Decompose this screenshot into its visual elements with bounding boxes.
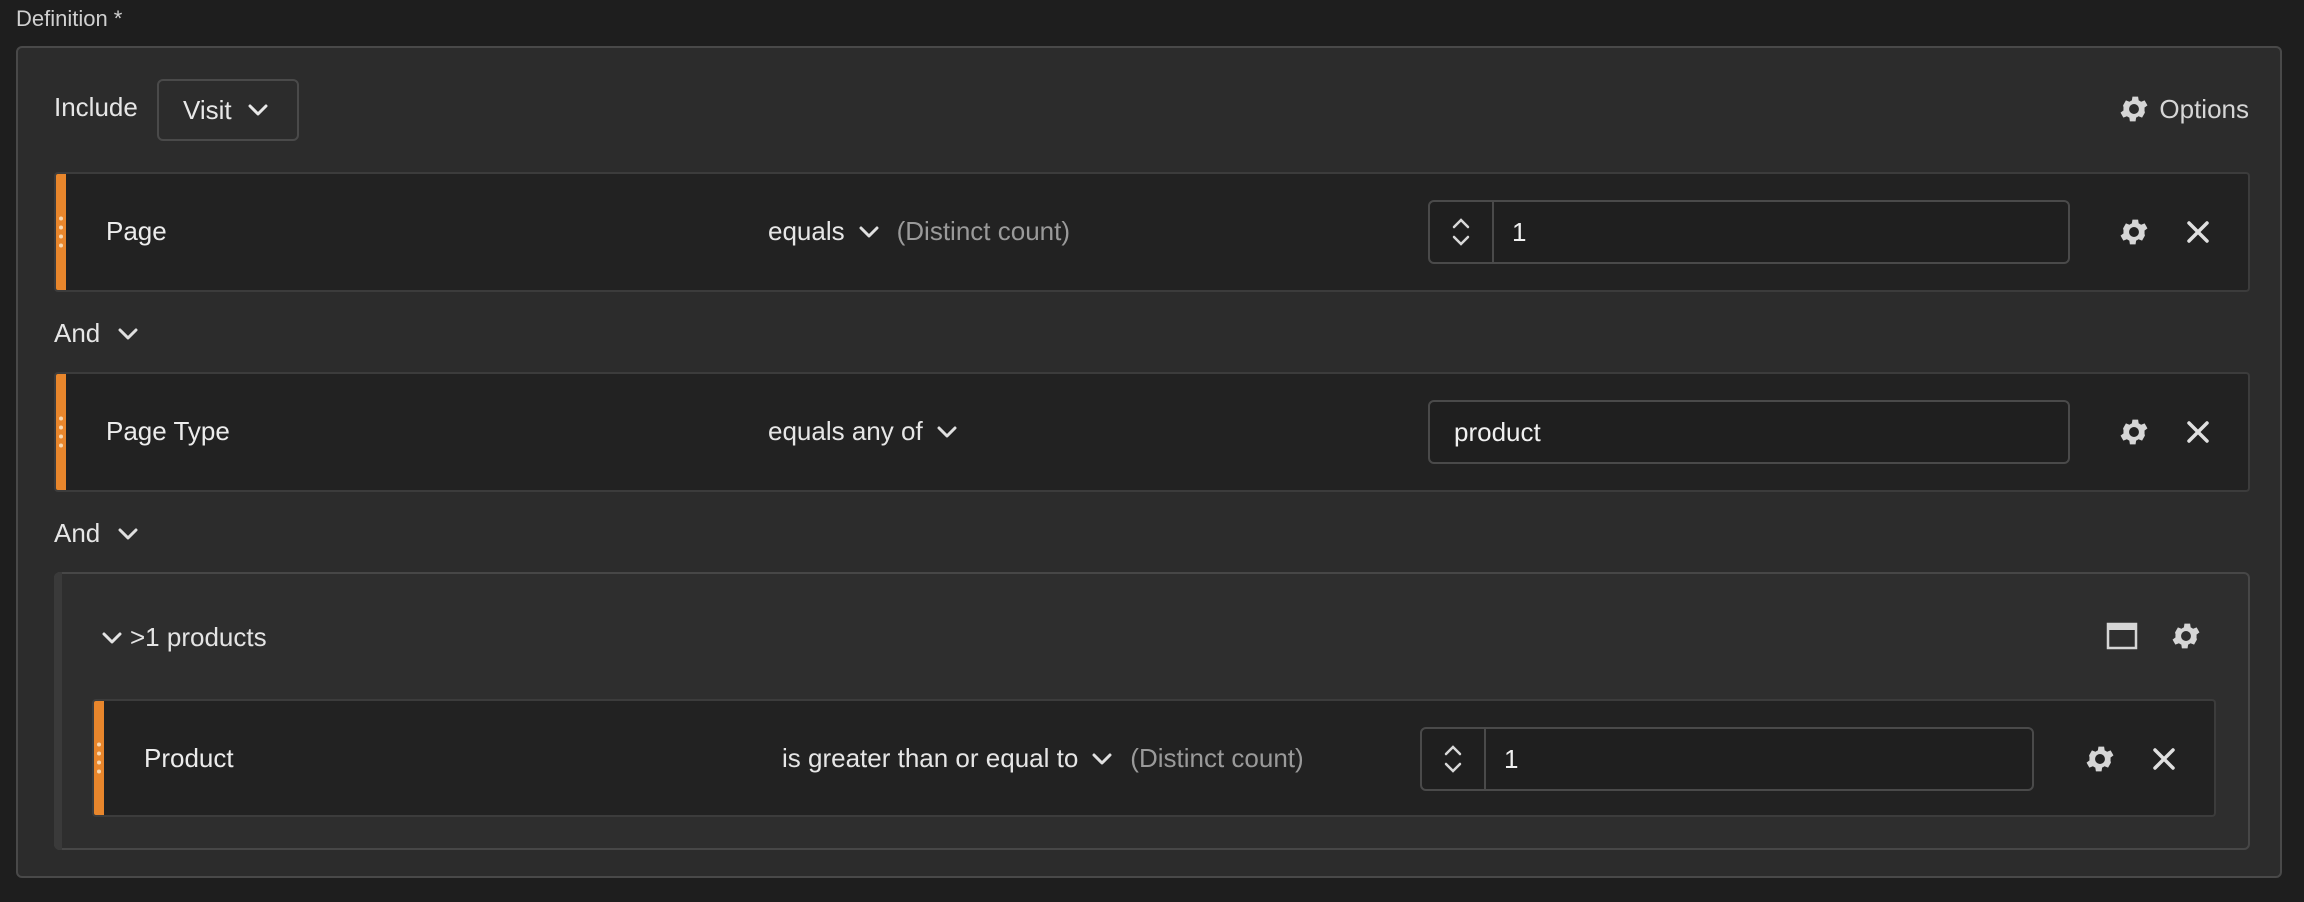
drag-handle[interactable]	[94, 701, 104, 815]
value-stepper[interactable]: 1	[1420, 727, 2034, 791]
chevron-down-icon	[1092, 753, 1112, 764]
gear-icon	[2120, 419, 2148, 445]
chevron-down-icon	[859, 226, 879, 237]
drag-handle[interactable]	[56, 174, 66, 290]
chevron-down-icon[interactable]	[102, 631, 122, 645]
operator-dropdown[interactable]: is greater than or equal to (Distinct co…	[782, 743, 1304, 774]
container-window-button[interactable]	[2102, 616, 2142, 656]
remove-rule-button[interactable]	[2178, 412, 2218, 452]
rule-dimension[interactable]: Page	[106, 216, 167, 247]
drag-handle[interactable]	[56, 374, 66, 490]
scope-dropdown-value: Visit	[183, 94, 232, 125]
connector-dropdown[interactable]: And	[54, 518, 138, 549]
stepper-down-icon[interactable]	[1444, 762, 1462, 774]
distinct-count-note: (Distinct count)	[896, 216, 1071, 246]
remove-rule-button[interactable]	[2178, 212, 2218, 252]
connector-label: And	[54, 518, 101, 548]
operator-value: equals	[768, 216, 845, 246]
chevron-down-icon	[118, 528, 138, 539]
rule-settings-button[interactable]	[2080, 739, 2120, 779]
gear-icon	[2120, 219, 2148, 245]
stepper-up-icon[interactable]	[1444, 744, 1462, 756]
distinct-count-note: (Distinct count)	[1130, 743, 1304, 773]
operator-value: equals any of	[768, 416, 923, 446]
scope-dropdown[interactable]: Visit	[157, 79, 299, 141]
options-label: Options	[2159, 93, 2249, 124]
stepper-up-icon[interactable]	[1452, 217, 1470, 229]
rule-dimension[interactable]: Product	[144, 743, 234, 774]
rule-row: Product is greater than or equal to (Dis…	[92, 699, 2216, 817]
connector-dropdown[interactable]: And	[54, 318, 138, 349]
close-icon	[2187, 421, 2209, 443]
gear-icon	[2120, 96, 2148, 122]
chevron-down-icon	[118, 328, 138, 339]
stepper-value: 1	[1512, 216, 1527, 247]
required-mark: *	[113, 6, 123, 31]
gear-icon	[2086, 746, 2114, 772]
gear-icon	[2172, 623, 2200, 649]
remove-rule-button[interactable]	[2144, 739, 2184, 779]
close-icon	[2153, 748, 2175, 770]
stepper-value: 1	[1504, 743, 1519, 774]
rule-settings-button[interactable]	[2114, 412, 2154, 452]
connector-label: And	[54, 318, 101, 348]
operator-dropdown[interactable]: equals (Distinct count)	[768, 216, 1070, 247]
include-label: Include	[54, 92, 138, 122]
container-edge	[54, 572, 62, 850]
rule-dimension[interactable]: Page Type	[106, 416, 230, 447]
value-stepper[interactable]: 1	[1428, 200, 2070, 264]
rule-settings-button[interactable]	[2114, 212, 2154, 252]
definition-label: Definition *	[16, 6, 122, 32]
operator-dropdown[interactable]: equals any of	[768, 416, 957, 447]
operator-value: is greater than or equal to	[782, 743, 1079, 773]
options-button[interactable]: Options	[2117, 92, 2249, 126]
stepper-down-icon[interactable]	[1452, 235, 1470, 247]
rule-row: Page equals (Distinct count) 1	[54, 172, 2250, 292]
window-icon	[2106, 622, 2138, 650]
chevron-down-icon	[248, 104, 268, 116]
rule-row: Page Type equals any of product	[54, 372, 2250, 492]
container-title-text: >1 products	[130, 622, 267, 652]
chevron-down-icon	[937, 426, 957, 437]
container-settings-button[interactable]	[2166, 616, 2206, 656]
close-icon	[2187, 221, 2209, 243]
container-title[interactable]: >1 products	[102, 622, 267, 653]
value-input[interactable]: product	[1428, 400, 2070, 464]
definition-label-text: Definition	[16, 6, 108, 31]
